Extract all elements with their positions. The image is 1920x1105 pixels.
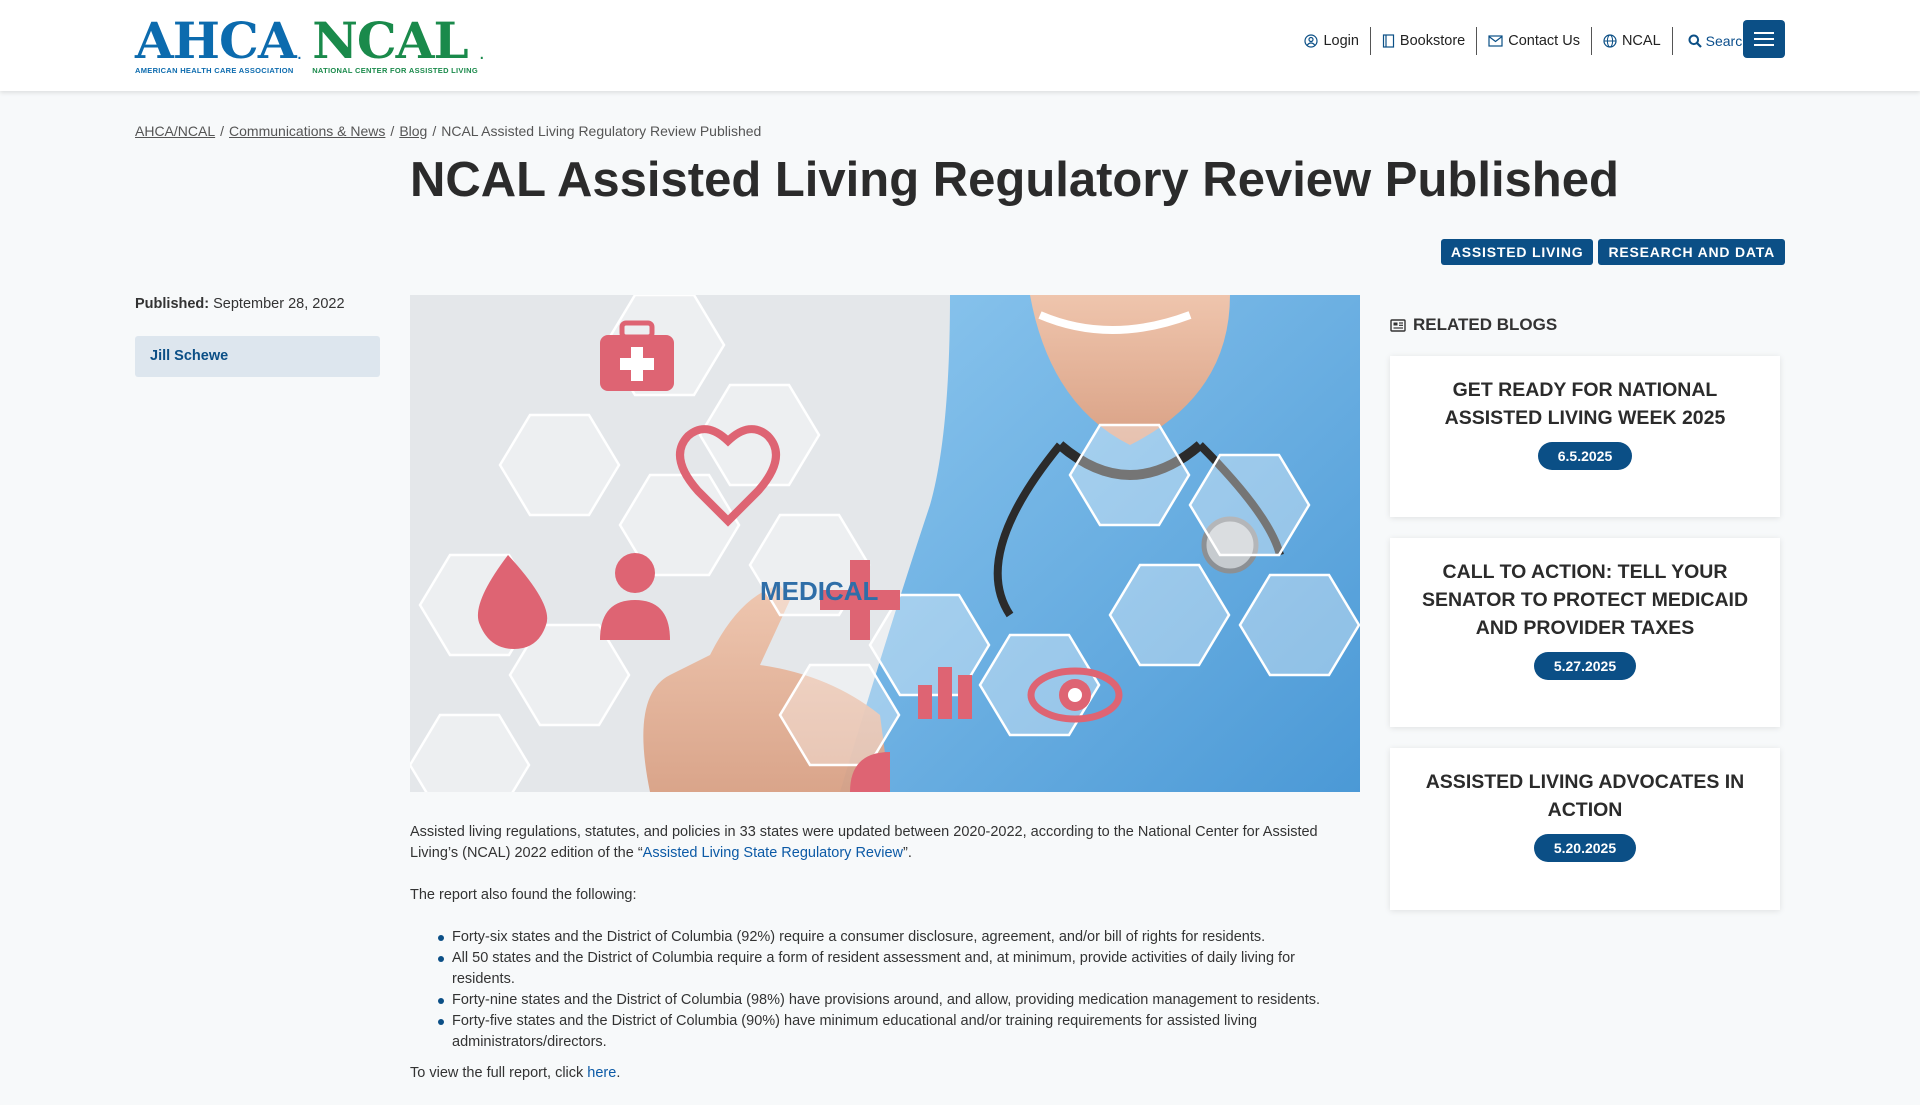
related-blog-date: 5.27.2025: [1533, 652, 1637, 680]
user-circle-icon: [1304, 34, 1319, 48]
published-value: September 28, 2022: [213, 296, 345, 312]
envelope-icon: [1488, 35, 1503, 47]
topic-tags: Assisted Living Research and Data: [1440, 239, 1785, 265]
contact-label: Contact Us: [1508, 33, 1580, 49]
list-item: All 50 states and the District of Columb…: [438, 948, 1360, 990]
article-paragraph-findings: The report also found the following:: [410, 887, 637, 903]
related-blog-card[interactable]: Call to Action: Tell Your Senator to Pro…: [1390, 538, 1780, 727]
site-logo[interactable]: AHCA AMERICAN HEALTH CARE ASSOCIATION . …: [135, 16, 489, 76]
tag-research-and-data[interactable]: Research and Data: [1598, 239, 1785, 265]
related-blogs-heading: RELATED BLOGS: [1390, 315, 1557, 335]
full-report-link[interactable]: here: [587, 1065, 616, 1081]
menu-bar: [1754, 38, 1774, 40]
author-name[interactable]: Jill Schewe: [135, 336, 380, 377]
breadcrumb: AHCA/NCAL / Communications & News / Blog / NCA…: [135, 123, 761, 139]
list-item: Forty-six states and the District of Col…: [438, 927, 1360, 948]
ncal-link[interactable]: NCAL: [1592, 27, 1673, 55]
tag-assisted-living[interactable]: Assisted Living: [1440, 239, 1594, 265]
related-blog-date: 6.5.2025: [1537, 442, 1633, 470]
ahca-logo-text: AHCA: [135, 11, 297, 70]
site-header: AHCA AMERICAN HEALTH CARE ASSOCIATION . …: [0, 0, 1920, 91]
published-date: Published: September 28, 2022: [135, 296, 345, 312]
related-blog-title: Call to Action: Tell Your Senator to Pro…: [1421, 561, 1749, 639]
related-blog-date: 5.20.2025: [1533, 834, 1637, 862]
related-blog-card[interactable]: Get Ready for National Assisted Living W…: [1390, 356, 1780, 517]
ncal-label: NCAL: [1621, 33, 1661, 49]
breadcrumb-link-home[interactable]: AHCA/NCAL: [135, 123, 215, 139]
related-blog-title: Assisted Living Advocates in Action: [1425, 771, 1745, 821]
findings-list: Forty-six states and the District of Col…: [438, 927, 1360, 1053]
menu-bar: [1754, 32, 1774, 34]
regulatory-review-link[interactable]: Assisted Living State Regulatory Review: [643, 845, 903, 861]
breadcrumb-separator: /: [220, 123, 225, 139]
page-title: NCAL Assisted Living Regulatory Review P…: [410, 153, 1619, 207]
related-blogs-label: RELATED BLOGS: [1413, 315, 1558, 334]
logo-dot: .: [478, 42, 485, 64]
bookstore-link[interactable]: Bookstore: [1371, 27, 1478, 55]
list-item: Forty-nine states and the District of Co…: [438, 990, 1360, 1011]
published-label: Published:: [135, 296, 210, 312]
intro-text-end: ”.: [903, 845, 912, 861]
list-item: Forty-five states and the District of Co…: [438, 1011, 1360, 1053]
ahca-logo-subtitle: AMERICAN HEALTH CARE ASSOCIATION: [135, 66, 294, 75]
globe-icon: [1603, 34, 1617, 48]
article-paragraph-intro: Assisted living regulations, statutes, a…: [410, 822, 1360, 864]
newspaper-icon: [1390, 318, 1406, 332]
breadcrumb-link-blog[interactable]: Blog: [399, 123, 427, 139]
report-text: To view the full report, click: [410, 1065, 588, 1081]
related-blog-card[interactable]: Assisted Living Advocates in Action 5.20…: [1390, 748, 1780, 910]
breadcrumb-separator: /: [432, 123, 437, 139]
login-label: Login: [1323, 33, 1359, 49]
hero-illustration: MEDICAL: [410, 295, 1360, 792]
breadcrumb-link-communications[interactable]: Communications & News: [229, 123, 385, 139]
hamburger-menu-button[interactable]: [1743, 20, 1785, 58]
logo-dot: .: [296, 42, 303, 64]
breadcrumb-separator: /: [390, 123, 395, 139]
ahca-logo: AHCA AMERICAN HEALTH CARE ASSOCIATION: [135, 11, 297, 76]
book-icon: [1382, 34, 1395, 48]
hero-medical-label: MEDICAL: [760, 576, 879, 606]
article-paragraph-report: To view the full report, click here.: [410, 1063, 1360, 1084]
login-link[interactable]: Login: [1293, 27, 1371, 55]
related-blog-title: Get Ready for National Assisted Living W…: [1444, 379, 1726, 429]
hero-image: MEDICAL: [410, 295, 1360, 792]
breadcrumb-current: NCAL Assisted Living Regulatory Review P…: [441, 123, 762, 139]
search-icon: [1688, 34, 1702, 48]
contact-link[interactable]: Contact Us: [1477, 27, 1592, 55]
report-text-end: .: [616, 1065, 621, 1081]
ncal-logo: NCAL NATIONAL CENTER FOR ASSISTED LIVING: [312, 11, 478, 76]
bookstore-label: Bookstore: [1399, 33, 1466, 49]
ncal-logo-text: NCAL: [312, 11, 468, 70]
utility-nav: Login Bookstore Contact Us NCAL Search: [1293, 26, 1770, 56]
search-button[interactable]: Search: [1673, 33, 1750, 49]
menu-bar: [1754, 44, 1774, 46]
ncal-logo-subtitle: NATIONAL CENTER FOR ASSISTED LIVING: [312, 66, 478, 75]
article-body: Assisted living regulations, statutes, a…: [410, 822, 1360, 1105]
